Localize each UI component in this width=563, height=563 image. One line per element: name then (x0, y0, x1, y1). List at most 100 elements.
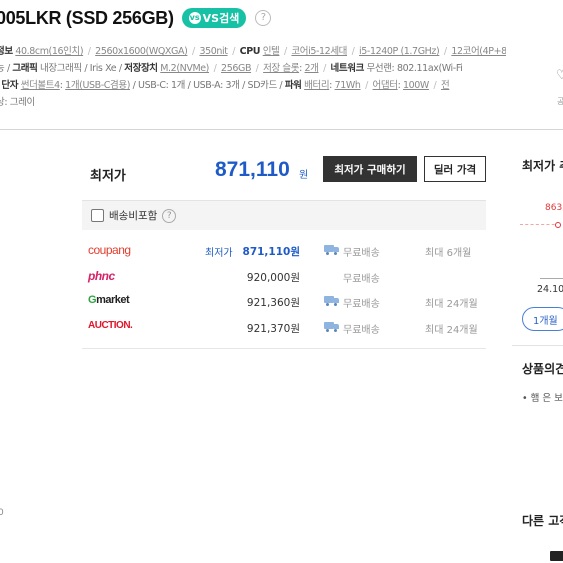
spec-separator: / (281, 46, 290, 57)
help-icon[interactable]: ? (255, 10, 272, 26)
price-trend-point (555, 222, 561, 228)
coupang-logo[interactable]: coupang (88, 243, 131, 257)
spec-link[interactable]: 1개(USB-C겸용) (65, 80, 130, 91)
installment-info: 최대 6개월 (425, 248, 472, 259)
truck-part (324, 321, 334, 329)
phone-logo[interactable]: phnc (88, 269, 115, 283)
laptop-screen-icon (550, 551, 563, 561)
offer-price[interactable]: 920,000원 (247, 270, 300, 285)
vs-search-button[interactable]: vs VS검색 (181, 8, 247, 28)
installment-info: 최대 24개월 (425, 324, 478, 336)
spec-link[interactable]: 전 (441, 80, 450, 91)
spec-link[interactable]: 배터리 (304, 80, 329, 91)
truck-part (334, 328, 337, 332)
offer-price[interactable]: 871,110원 (243, 244, 300, 259)
offer-price[interactable]: 921,360원 (247, 295, 300, 310)
spec-line-2: 능 / 그래픽 내장그래픽 / Iris Xe / 저장장치 M.2(NVMe)… (0, 61, 506, 77)
spec-key: CPU (239, 46, 261, 57)
price-trend-label: 863, (545, 203, 563, 213)
spec-separator: / (211, 63, 220, 74)
spec-link[interactable]: 100W (403, 80, 429, 91)
offer-row[interactable]: AUCTION. 921,370원 무료배송 최대 24개월 (82, 315, 486, 341)
lowest-price-unit: 원 (299, 170, 309, 181)
price-trend-title: 최저가 추 (522, 159, 563, 173)
heart-icon[interactable]: ♡ (556, 68, 563, 83)
spec-link[interactable]: 40.8cm(16인치) (15, 46, 83, 57)
lowest-tag: 최저가 (205, 248, 233, 259)
spec-line-4: 상: 그레이 (0, 95, 506, 111)
truck-icon (324, 296, 339, 306)
offer-row[interactable]: coupang 최저가 871,110원 무료배송 최대 6개월 (82, 238, 486, 264)
share-label[interactable]: 공 (557, 96, 563, 107)
spec-separator: / (441, 46, 450, 57)
spec-link[interactable]: 저장 슬롯 (263, 63, 299, 74)
offer-row[interactable]: Gmarket 921,360원 무료배송 최대 24개월 (82, 289, 486, 315)
truck-part (324, 245, 334, 252)
include-shipping-checkbox[interactable] (91, 209, 104, 222)
spec-link[interactable]: M.2(NVMe) (160, 63, 209, 74)
truck-part (326, 252, 329, 255)
title-row: 005LKR (SSD 256GB) vs VS검색 ? (0, 4, 272, 32)
product-header: 005LKR (SSD 256GB) vs VS검색 ? 정보 40.8cm(1… (0, 0, 563, 130)
truck-part (334, 252, 337, 255)
spec-line-3: / 단자 썬더볼트4: 1개(USB-C겸용) / USB-C: 1개 / US… (0, 78, 506, 94)
truck-icon (324, 245, 339, 255)
spec-link[interactable]: 12코어(4P+8 (451, 46, 506, 57)
spec-link[interactable]: 어댑터 (373, 80, 398, 91)
shipping-filter-bar: 배송비포함 ? (82, 200, 486, 230)
spec-key: 저장장치 (124, 63, 158, 74)
truck-part (326, 328, 329, 332)
spec-separator: / (189, 46, 198, 57)
mall-name: market (96, 294, 130, 306)
spec-link[interactable]: 인텔 (263, 46, 280, 57)
spec-link[interactable]: 350nit (199, 46, 228, 57)
offer-row[interactable]: phnc 920,000원 무료배송 (82, 264, 486, 290)
auction-logo[interactable]: AUCTION. (88, 320, 133, 331)
other-customers-title: 다른 고객 (522, 514, 563, 528)
price-trend-axis (540, 278, 563, 279)
spec-link[interactable]: 코어i5-12세대 (291, 46, 347, 57)
spec-line-1: 정보 40.8cm(16인치) / 2560x1600(WQXGA) / 350… (0, 44, 506, 60)
truck-part (326, 303, 329, 306)
spec-text: 상: 그레이 (0, 97, 35, 108)
spec-separator: / (85, 46, 94, 57)
spec-key: 그래픽 (12, 63, 38, 74)
spec-link[interactable]: 썬더볼트4 (21, 80, 60, 91)
lowest-price-value: 871,110 (215, 158, 290, 181)
truck-icon (324, 321, 339, 332)
side-divider (512, 345, 563, 346)
period-1month-button[interactable]: 1개월 (522, 307, 563, 331)
vs-search-label: VS검색 (202, 12, 240, 25)
spec-link[interactable]: i5-1240P (1.7GHz) (359, 46, 440, 57)
spec-text: 능 / (0, 63, 10, 74)
gmarket-logo[interactable]: Gmarket (88, 294, 130, 306)
product-review-item[interactable]: • 햄 은 보 (522, 390, 563, 404)
offer-price[interactable]: 921,370원 (247, 321, 300, 336)
spec-text: 무선랜: 802.11ax(Wi-Fi (363, 63, 463, 74)
spec-link[interactable]: 2560x1600(WQXGA) (95, 46, 188, 57)
help-icon[interactable]: ? (162, 208, 177, 223)
spec-key: 파워 (284, 80, 302, 91)
vs-icon: vs (188, 12, 201, 24)
truck-part (334, 323, 339, 329)
spec-separator: / (362, 80, 371, 91)
dealer-price-button[interactable]: 딜러 가격 (424, 156, 486, 182)
include-shipping-label[interactable]: 배송비포함 (109, 208, 157, 223)
buy-lowest-button[interactable]: 최저가 구매하기 (323, 156, 417, 182)
shipping-info: 무료배송 (343, 248, 380, 259)
truck-part (334, 303, 337, 306)
spec-separator: / (320, 63, 329, 74)
spec-key: 정보 (0, 46, 13, 57)
spec-link[interactable]: 2개 (305, 63, 319, 74)
shipping-info: 무료배송 (343, 299, 380, 310)
truck-part (324, 296, 334, 303)
shipping-info: 무료배송 (343, 324, 380, 336)
spec-key: 네트워크 (330, 63, 365, 74)
product-title: 005LKR (SSD 256GB) (0, 7, 174, 28)
product-thumbnail[interactable] (532, 545, 563, 563)
lowest-price-label: 최저가 (90, 169, 126, 184)
spec-link[interactable]: 71Wh (335, 80, 361, 91)
spec-separator: / (253, 63, 262, 74)
spec-text: / USB-C: 1개 / USB-A: 3개 / SD카드 / (130, 80, 285, 91)
spec-link[interactable]: 256GB (221, 63, 251, 74)
